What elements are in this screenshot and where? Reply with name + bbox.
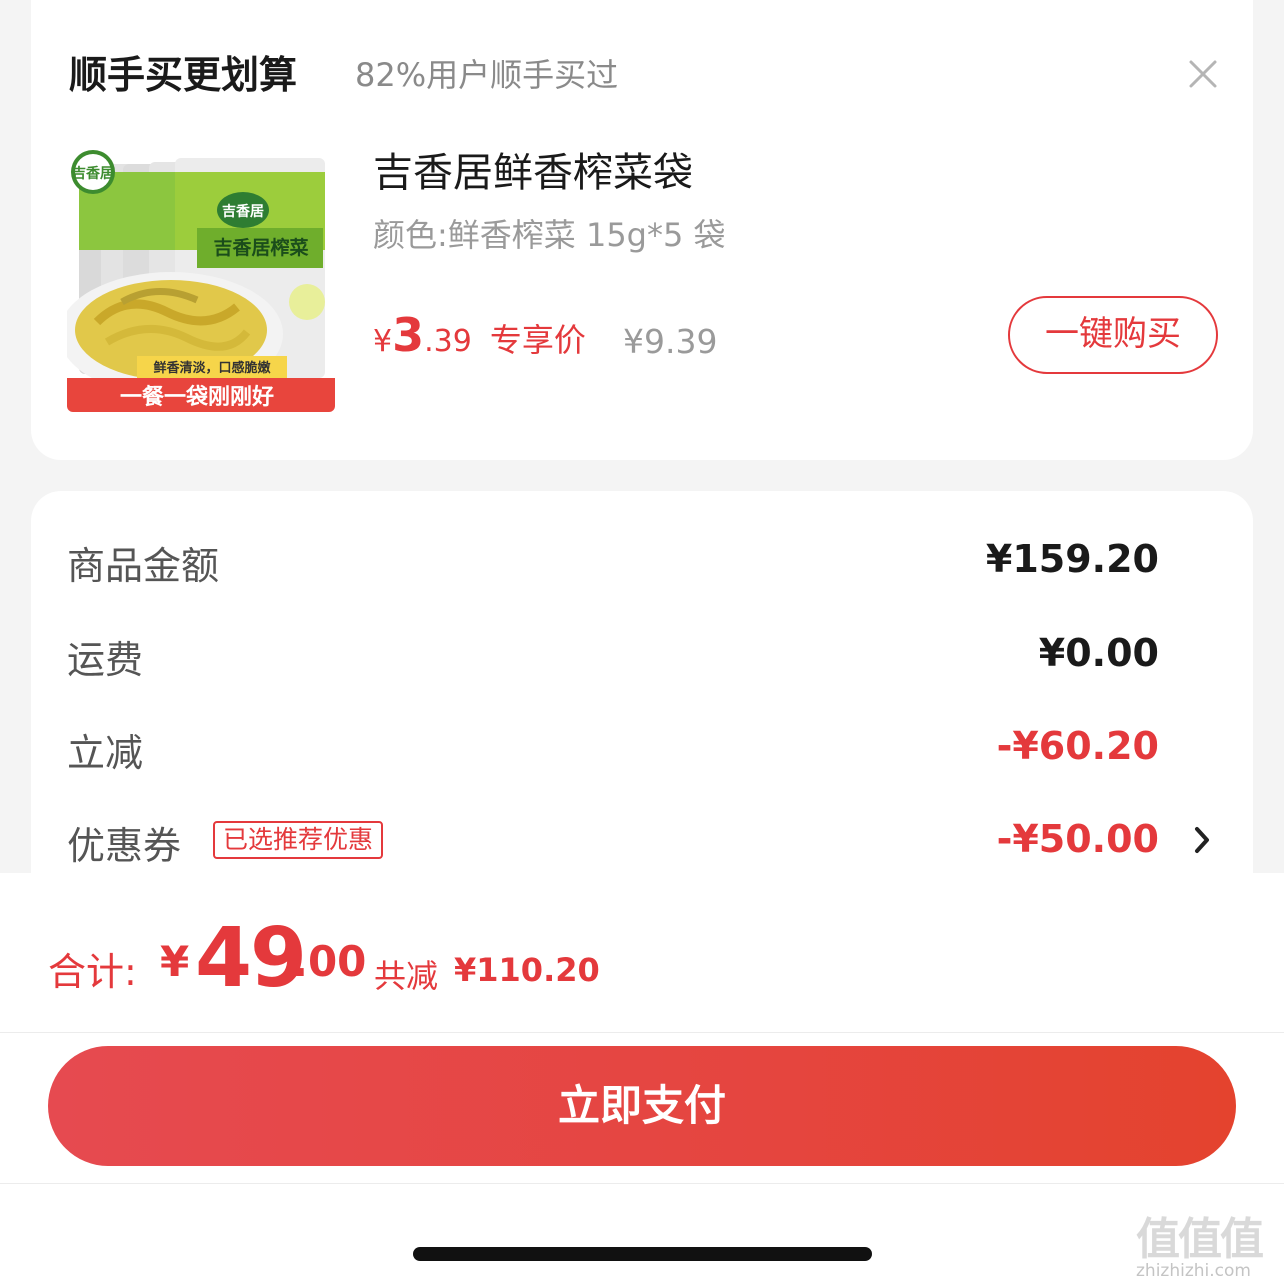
saved-label: 共减	[374, 957, 439, 995]
shipping-label: 运费	[67, 638, 144, 682]
shipping-value: ¥0.00	[1038, 631, 1159, 675]
checkout-bar: 合计: ¥ 49 .00 共减 ¥110.20 立即支付 值值值 zhizhiz…	[0, 873, 1284, 1286]
price-symbol: ¥	[373, 324, 393, 359]
home-indicator[interactable]	[413, 1247, 872, 1261]
divider	[0, 1183, 1284, 1184]
product-image-art: 吉香居 吉香居 吉香居榨菜 鲜香清淡，口感脆嫩 一餐一袋刚刚好	[67, 142, 335, 412]
price-decimal: .39	[424, 324, 472, 359]
one-click-buy-button[interactable]: 一键购买	[1008, 296, 1218, 374]
watermark-logo: 值值值	[1136, 1214, 1264, 1265]
product-name[interactable]: 吉香居鲜香榨菜袋	[373, 140, 693, 198]
instant-discount-label: 立减	[67, 731, 144, 775]
product-image[interactable]: 吉香居 吉香居 吉香居榨菜 鲜香清淡，口感脆嫩 一餐一袋刚刚好	[67, 142, 335, 412]
coupon-label[interactable]: 优惠券	[67, 815, 181, 870]
coupon-value[interactable]: -¥50.00	[997, 817, 1159, 861]
image-badge-text: 一餐一袋刚刚好	[120, 384, 274, 410]
price-label: 专享价	[489, 321, 586, 359]
close-icon[interactable]	[1183, 54, 1223, 94]
coupon-badge[interactable]: 已选推荐优惠	[213, 821, 384, 859]
goods-amount-value: ¥159.20	[985, 537, 1159, 581]
divider	[0, 1032, 1284, 1033]
upsell-subtitle: 82%用户顺手买过	[355, 56, 619, 94]
pay-now-button[interactable]: 立即支付	[48, 1046, 1236, 1166]
price-integer: 3	[392, 308, 425, 362]
goods-amount-label: 商品金额	[67, 544, 220, 588]
image-caption: 鲜香清淡，口感脆嫩	[153, 360, 271, 376]
original-price: ¥9.39	[623, 322, 718, 361]
bag-brand-text: 吉香居	[222, 203, 264, 220]
instant-discount-value: -¥60.20	[996, 724, 1159, 768]
total-integer: 49	[195, 911, 307, 1006]
order-summary-card: 商品金额 ¥159.20 运费 ¥0.00 立减 -¥60.20 优惠券 已选推…	[31, 491, 1253, 911]
total-decimal: .00	[292, 937, 367, 986]
total-label: 合计:	[48, 950, 137, 994]
brand-logo-text: 吉香居	[72, 165, 114, 182]
bag-label-text: 吉香居榨菜	[213, 236, 308, 259]
upsell-card: 顺手买更划算 82%用户顺手买过 吉香居 吉香居 吉香居榨菜 鲜香清淡，口感脆嫩…	[31, 0, 1253, 460]
product-spec: 颜色:鲜香榨菜 15g*5 袋	[373, 216, 726, 254]
total-symbol: ¥	[160, 937, 190, 986]
watermark-url: zhizhizhi.com	[1136, 1261, 1251, 1281]
chevron-right-icon[interactable]	[1189, 823, 1215, 857]
saved-amount: ¥110.20	[454, 951, 600, 989]
exclusive-price: ¥3.39 专享价	[373, 308, 586, 362]
upsell-title: 顺手买更划算	[69, 53, 298, 97]
